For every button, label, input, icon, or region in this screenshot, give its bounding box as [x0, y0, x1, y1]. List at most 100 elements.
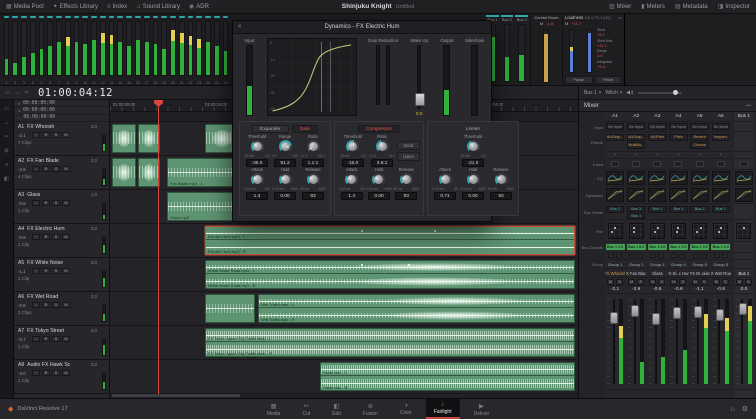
- track-header-a7[interactable]: A7FX Tokyo Street2.0-0.7▫RSM1 Clip: [14, 326, 109, 360]
- selection-tool-icon[interactable]: ▭: [4, 106, 9, 112]
- channel-indicator[interactable]: [4, 16, 10, 18]
- bus-output[interactable]: Bus 1 0.0: [711, 244, 730, 250]
- record-arm-button[interactable]: R: [42, 200, 50, 206]
- mute-button[interactable]: M: [607, 279, 614, 285]
- dynamics-thumbnail[interactable]: [606, 188, 624, 201]
- tab-expander[interactable]: Expander: [252, 125, 289, 133]
- record-arm-button[interactable]: R: [42, 132, 50, 138]
- knob-control[interactable]: [372, 173, 385, 186]
- bus-meter-tab[interactable]: Bus 2: [501, 15, 514, 22]
- solo-button[interactable]: S: [52, 336, 60, 342]
- channel-indicator[interactable]: [47, 16, 53, 18]
- channel-indicator[interactable]: [170, 16, 176, 18]
- channel-indicator[interactable]: [74, 16, 80, 18]
- mute-button[interactable]: M: [62, 234, 70, 240]
- channel-indicator[interactable]: [21, 16, 27, 18]
- automation-button[interactable]: [722, 254, 728, 258]
- clip[interactable]: Electric Hum.mp3 - LElectric Hum.mp3 - R: [205, 226, 575, 255]
- playhead[interactable]: [158, 100, 159, 394]
- pause-button[interactable]: Pause: [565, 76, 593, 84]
- track-header-a2[interactable]: A2FX Fan Blade2.0-3.9▫RSM4 Clips: [14, 156, 109, 190]
- knob-control[interactable]: [346, 140, 359, 153]
- dynamics-thumbnail[interactable]: [691, 188, 709, 201]
- topbar-button-adr[interactable]: ◉ADR: [189, 3, 209, 10]
- page-tab-color[interactable]: ◑Color: [392, 399, 420, 419]
- tab-gate[interactable]: Gate: [292, 125, 318, 133]
- channel-indicator[interactable]: [135, 16, 141, 18]
- channel-indicator[interactable]: [153, 16, 159, 18]
- insert-button[interactable]: [717, 161, 725, 167]
- knob-control[interactable]: [467, 140, 480, 153]
- mute-button[interactable]: M: [670, 279, 677, 285]
- lock-button[interactable]: ▫: [32, 234, 40, 240]
- record-arm-button[interactable]: R: [42, 336, 50, 342]
- insert-button[interactable]: [632, 161, 640, 167]
- knob-value[interactable]: 93: [395, 192, 417, 200]
- razor-tool-icon[interactable]: ✂: [4, 134, 8, 140]
- view-tool-icon[interactable]: ◧: [4, 176, 9, 182]
- record-arm-button[interactable]: R: [42, 166, 50, 172]
- knob-control[interactable]: [307, 140, 320, 153]
- track-header-a5[interactable]: A5FX White Noise2.0-1.1▫RSM1 Clip: [14, 258, 109, 292]
- channel-indicator[interactable]: [223, 16, 229, 18]
- input-select[interactable]: No Input: [690, 123, 709, 130]
- clip[interactable]: [112, 124, 136, 153]
- knob-value[interactable]: -35.0: [246, 159, 268, 167]
- record-arm-button[interactable]: R: [42, 234, 50, 240]
- mute-button[interactable]: M: [62, 336, 70, 342]
- add-effect-button[interactable]: +: [605, 152, 625, 159]
- slider-handle[interactable]: [673, 90, 678, 95]
- dynamics-thumbnail[interactable]: [627, 188, 645, 201]
- channel-indicator[interactable]: [196, 16, 202, 18]
- knob-value[interactable]: 93: [302, 192, 324, 200]
- input-select[interactable]: No Input: [712, 123, 731, 130]
- index-tool-icon[interactable]: ≡: [5, 162, 8, 168]
- track-header-a3[interactable]: A3Glass1.0-0.6▫RSM1 Clip: [14, 190, 109, 224]
- pan-control[interactable]: [629, 223, 644, 239]
- fader-handle[interactable]: [716, 309, 724, 321]
- solo-button[interactable]: S: [701, 279, 708, 285]
- channel-indicator[interactable]: [100, 16, 106, 18]
- monitor-speaker-select[interactable]: Witch ▾: [605, 90, 622, 96]
- timecode-field[interactable]: ○00:00:00:00: [14, 115, 109, 122]
- tab-limiter[interactable]: Limiter: [459, 126, 487, 132]
- monitor-volume-slider[interactable]: [638, 92, 682, 94]
- lock-button[interactable]: ▫: [32, 132, 40, 138]
- eq-thumbnail[interactable]: [648, 171, 666, 184]
- solo-button[interactable]: S: [52, 132, 60, 138]
- mixer-ids-cell[interactable]: A2: [626, 112, 646, 122]
- pan-control[interactable]: [736, 223, 751, 239]
- add-effect-button[interactable]: +: [626, 152, 646, 159]
- pan-control[interactable]: [608, 223, 623, 239]
- knob-control[interactable]: [400, 173, 413, 186]
- record-arm-button[interactable]: R: [42, 268, 50, 274]
- effect-slot[interactable]: Reverb: [690, 134, 709, 141]
- knob-value[interactable]: 0.00: [368, 192, 390, 200]
- topbar-button-metadata[interactable]: ▤Metadata: [675, 3, 708, 10]
- tab-compressor[interactable]: Compressor: [358, 125, 400, 133]
- insert-button[interactable]: [653, 161, 661, 167]
- channel-indicator[interactable]: [161, 16, 167, 18]
- solo-button[interactable]: S: [52, 166, 60, 172]
- track-header-a4[interactable]: A4FX Electric Hum2.0-0.8▫RSM1 Clip: [14, 224, 109, 258]
- reset-button[interactable]: Reset: [595, 76, 623, 84]
- solo-button[interactable]: S: [52, 268, 60, 274]
- track-header-a1[interactable]: A1FX Whoosh2.0-2.1▫RSM7 Clips: [14, 122, 109, 156]
- bus-meter-tab[interactable]: Bus 3: [515, 15, 528, 22]
- add-effect-button[interactable]: +: [690, 152, 710, 159]
- settings-gear-icon[interactable]: ⚙: [742, 405, 748, 413]
- bus-output[interactable]: Bus 1 0.0: [606, 244, 625, 250]
- channel-indicator[interactable]: [205, 16, 211, 18]
- mixer-name-cell[interactable]: Glass: [647, 269, 667, 278]
- input-select[interactable]: No Input: [606, 123, 625, 130]
- knob-value[interactable]: -15.0: [342, 159, 364, 167]
- record-arm-button[interactable]: R: [42, 302, 50, 308]
- knob-control[interactable]: [251, 173, 264, 186]
- topbar-button-index[interactable]: ≡Index: [107, 3, 127, 10]
- solo-button[interactable]: S: [52, 302, 60, 308]
- eq-thumbnail[interactable]: [627, 171, 645, 184]
- page-tab-media[interactable]: ▦Media: [259, 399, 289, 419]
- dynamics-thumbnail[interactable]: [669, 188, 687, 201]
- clip[interactable]: FX Tokyo Japan City Traffic Amb - LFX To…: [205, 328, 575, 357]
- effect-slot[interactable]: Pitch: [669, 134, 688, 141]
